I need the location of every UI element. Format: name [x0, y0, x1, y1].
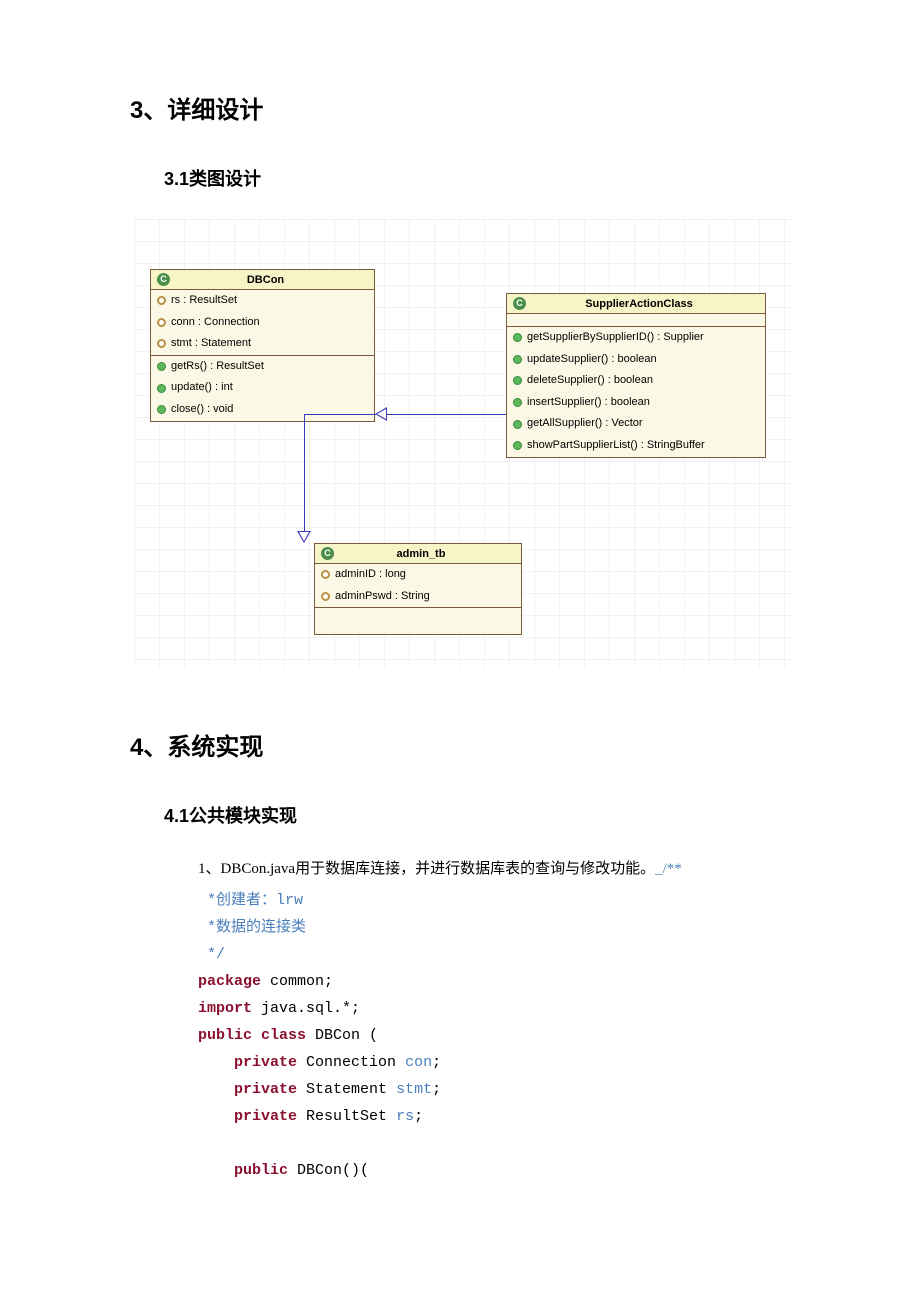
generalization-arrow-icon [375, 407, 387, 421]
paragraph: 1、DBCon.java用于数据库连接，并进行数据库表的查询与修改功能。_/** [198, 856, 790, 883]
uml-op: deleteSupplier() : boolean [527, 372, 653, 390]
uml-class-dbcon: C DBCon rs : ResultSet conn : Connection… [150, 269, 375, 422]
uml-class-admin: C admin_tb adminID : long adminPswd : St… [314, 543, 522, 635]
uml-attr: stmt : Statement [171, 335, 251, 353]
subsection-4-1-heading: 4.1公共模块实现 [164, 802, 790, 828]
visibility-icon [513, 355, 522, 364]
connector-line [304, 414, 376, 415]
visibility-icon [157, 318, 166, 327]
uml-attr: adminPswd : String [335, 588, 430, 606]
uml-op: showPartSupplierList() : StringBuffer [527, 437, 705, 455]
visibility-icon [321, 570, 330, 579]
uml-op: insertSupplier() : boolean [527, 394, 650, 412]
uml-attr: conn : Connection [171, 314, 260, 332]
uml-attr: rs : ResultSet [171, 292, 237, 310]
visibility-icon [513, 376, 522, 385]
visibility-icon [157, 339, 166, 348]
uml-attr: adminID : long [335, 566, 406, 584]
uml-class-supplier: C SupplierActionClass getSupplierBySuppl… [506, 293, 766, 458]
uml-op: close() : void [171, 401, 233, 419]
uml-op: getAllSupplier() : Vector [527, 415, 643, 433]
generalization-arrow-icon [297, 531, 311, 543]
connector-line [386, 414, 506, 415]
visibility-icon [157, 384, 166, 393]
visibility-icon [513, 441, 522, 450]
uml-op: getSupplierBySupplierID() : Supplier [527, 329, 704, 347]
uml-admin-title: admin_tb [327, 548, 515, 560]
subsection-3-1-heading: 3.1类图设计 [164, 165, 790, 191]
connector-line [304, 414, 305, 531]
visibility-icon [513, 398, 522, 407]
uml-op: update() : int [171, 379, 233, 397]
visibility-icon [157, 405, 166, 414]
section-4-heading: 4、系统实现 [130, 727, 790, 762]
visibility-icon [321, 592, 330, 601]
uml-diagram: C DBCon rs : ResultSet conn : Connection… [134, 219, 794, 667]
visibility-icon [513, 420, 522, 429]
section-3-heading: 3、详细设计 [130, 90, 790, 125]
visibility-icon [513, 333, 522, 342]
uml-op: updateSupplier() : boolean [527, 351, 657, 369]
visibility-icon [157, 362, 166, 371]
code-block: *创建者：lrw *数据的连接类 */ package common; impo… [198, 887, 790, 1184]
uml-dbcon-title: DBCon [163, 274, 368, 286]
visibility-icon [157, 296, 166, 305]
uml-supplier-title: SupplierActionClass [519, 298, 759, 310]
uml-op: getRs() : ResultSet [171, 358, 264, 376]
